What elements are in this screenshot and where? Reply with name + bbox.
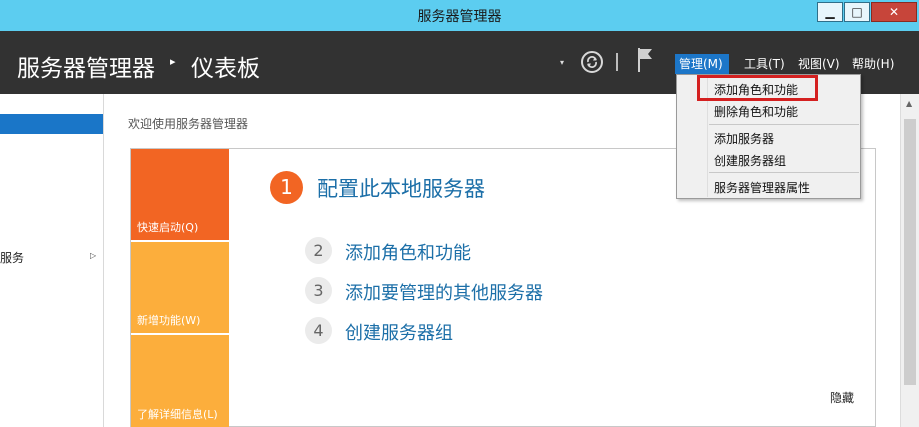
menu-separator <box>709 172 859 173</box>
menu-tools[interactable]: 工具(T) <box>740 54 789 74</box>
scrollbar-thumb[interactable] <box>904 119 916 385</box>
sidebar-item-selected[interactable] <box>0 114 103 134</box>
menu-item-create-server-group[interactable]: 创建服务器组 <box>714 152 786 169</box>
breadcrumb-root[interactable]: 服务器管理器 <box>17 49 155 83</box>
step-2-link[interactable]: 添加角色和功能 <box>345 239 471 265</box>
step-1-number: 1 <box>270 171 303 204</box>
sidebar: 服务 ▷ <box>0 94 104 427</box>
step-1-link[interactable]: 配置此本地服务器 <box>317 173 485 203</box>
menu-view[interactable]: 视图(V) <box>794 54 844 74</box>
highlight-annotation <box>697 75 818 101</box>
menu-item-properties[interactable]: 服务器管理器属性 <box>714 179 810 196</box>
menu-separator <box>709 124 859 125</box>
close-button[interactable]: ✕ <box>871 2 917 22</box>
chevron-right-icon[interactable]: ▷ <box>90 251 96 260</box>
breadcrumb-separator-icon: ▸ <box>170 55 176 68</box>
header-divider <box>616 53 618 71</box>
tile-learn-more[interactable]: 了解详细信息(L) <box>131 335 229 427</box>
refresh-icon[interactable] <box>581 51 603 73</box>
minimize-button[interactable]: ▁ <box>817 2 843 22</box>
dropdown-arrow-icon[interactable]: ▾ <box>560 58 564 67</box>
step-3-link[interactable]: 添加要管理的其他服务器 <box>345 279 543 305</box>
step-3-number: 3 <box>305 277 332 304</box>
tile-quick-start-label: 快速启动(Q) <box>137 221 199 234</box>
welcome-title: 欢迎使用服务器管理器 <box>128 117 249 131</box>
vertical-scrollbar[interactable]: ▲ <box>900 94 919 427</box>
maximize-button[interactable]: □ <box>844 2 870 22</box>
window-titlebar: 服务器管理器 ▁ □ ✕ <box>0 0 919 31</box>
step-2-number: 2 <box>305 237 332 264</box>
hide-link[interactable]: 隐藏 <box>830 389 854 406</box>
notification-flag-icon[interactable] <box>637 48 653 76</box>
breadcrumb-current: 仪表板 <box>191 56 260 82</box>
menu-manage[interactable]: 管理(M) <box>675 54 729 74</box>
menu-item-remove-roles[interactable]: 删除角色和功能 <box>714 103 798 120</box>
tile-whats-new-label: 新增功能(W) <box>137 314 201 327</box>
tile-whats-new[interactable]: 新增功能(W) <box>131 242 229 333</box>
window-title: 服务器管理器 <box>417 9 502 25</box>
menu-item-add-servers[interactable]: 添加服务器 <box>714 130 774 147</box>
step-4-number: 4 <box>305 317 332 344</box>
menu-help[interactable]: 帮助(H) <box>848 54 898 74</box>
step-4-link[interactable]: 创建服务器组 <box>345 319 453 345</box>
tile-learn-more-label: 了解详细信息(L) <box>137 408 218 421</box>
tile-quick-start[interactable]: 快速启动(Q) <box>131 149 229 240</box>
scroll-up-icon[interactable]: ▲ <box>906 99 912 108</box>
sidebar-item-services[interactable]: 服务 <box>0 249 24 266</box>
